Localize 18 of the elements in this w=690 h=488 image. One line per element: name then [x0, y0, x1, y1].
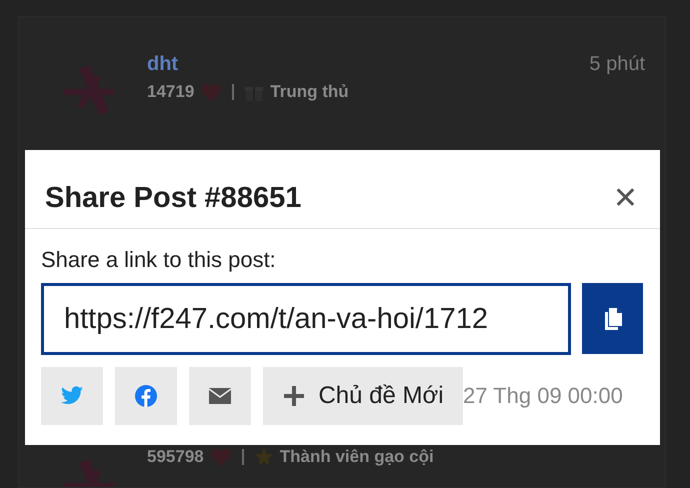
copy-icon: [602, 306, 622, 330]
dialog-title: Share Post #88651: [45, 182, 302, 214]
like-count: 14719: [147, 82, 194, 102]
link-field[interactable]: https://f247.com/t/an-va-hoi/1712: [41, 283, 571, 355]
post-time: 5 phút: [589, 53, 645, 76]
share-label: Share a link to this post:: [41, 247, 277, 273]
user-title: Thành viên gạo cội: [280, 447, 434, 467]
user-title: Trung thủ: [270, 82, 349, 102]
facebook-share-button[interactable]: [115, 367, 177, 425]
copy-button[interactable]: [582, 283, 643, 354]
plus-icon: [282, 384, 306, 408]
email-share-button[interactable]: [189, 367, 251, 425]
post-date: 27 Thg 09 00:00: [463, 383, 623, 409]
new-topic-button[interactable]: Chủ đề Mới: [263, 367, 463, 425]
facebook-logo-icon: [134, 384, 158, 408]
author-name[interactable]: dht: [147, 53, 178, 76]
close-button[interactable]: ✕: [608, 180, 642, 216]
like-count: 595798: [147, 447, 204, 467]
